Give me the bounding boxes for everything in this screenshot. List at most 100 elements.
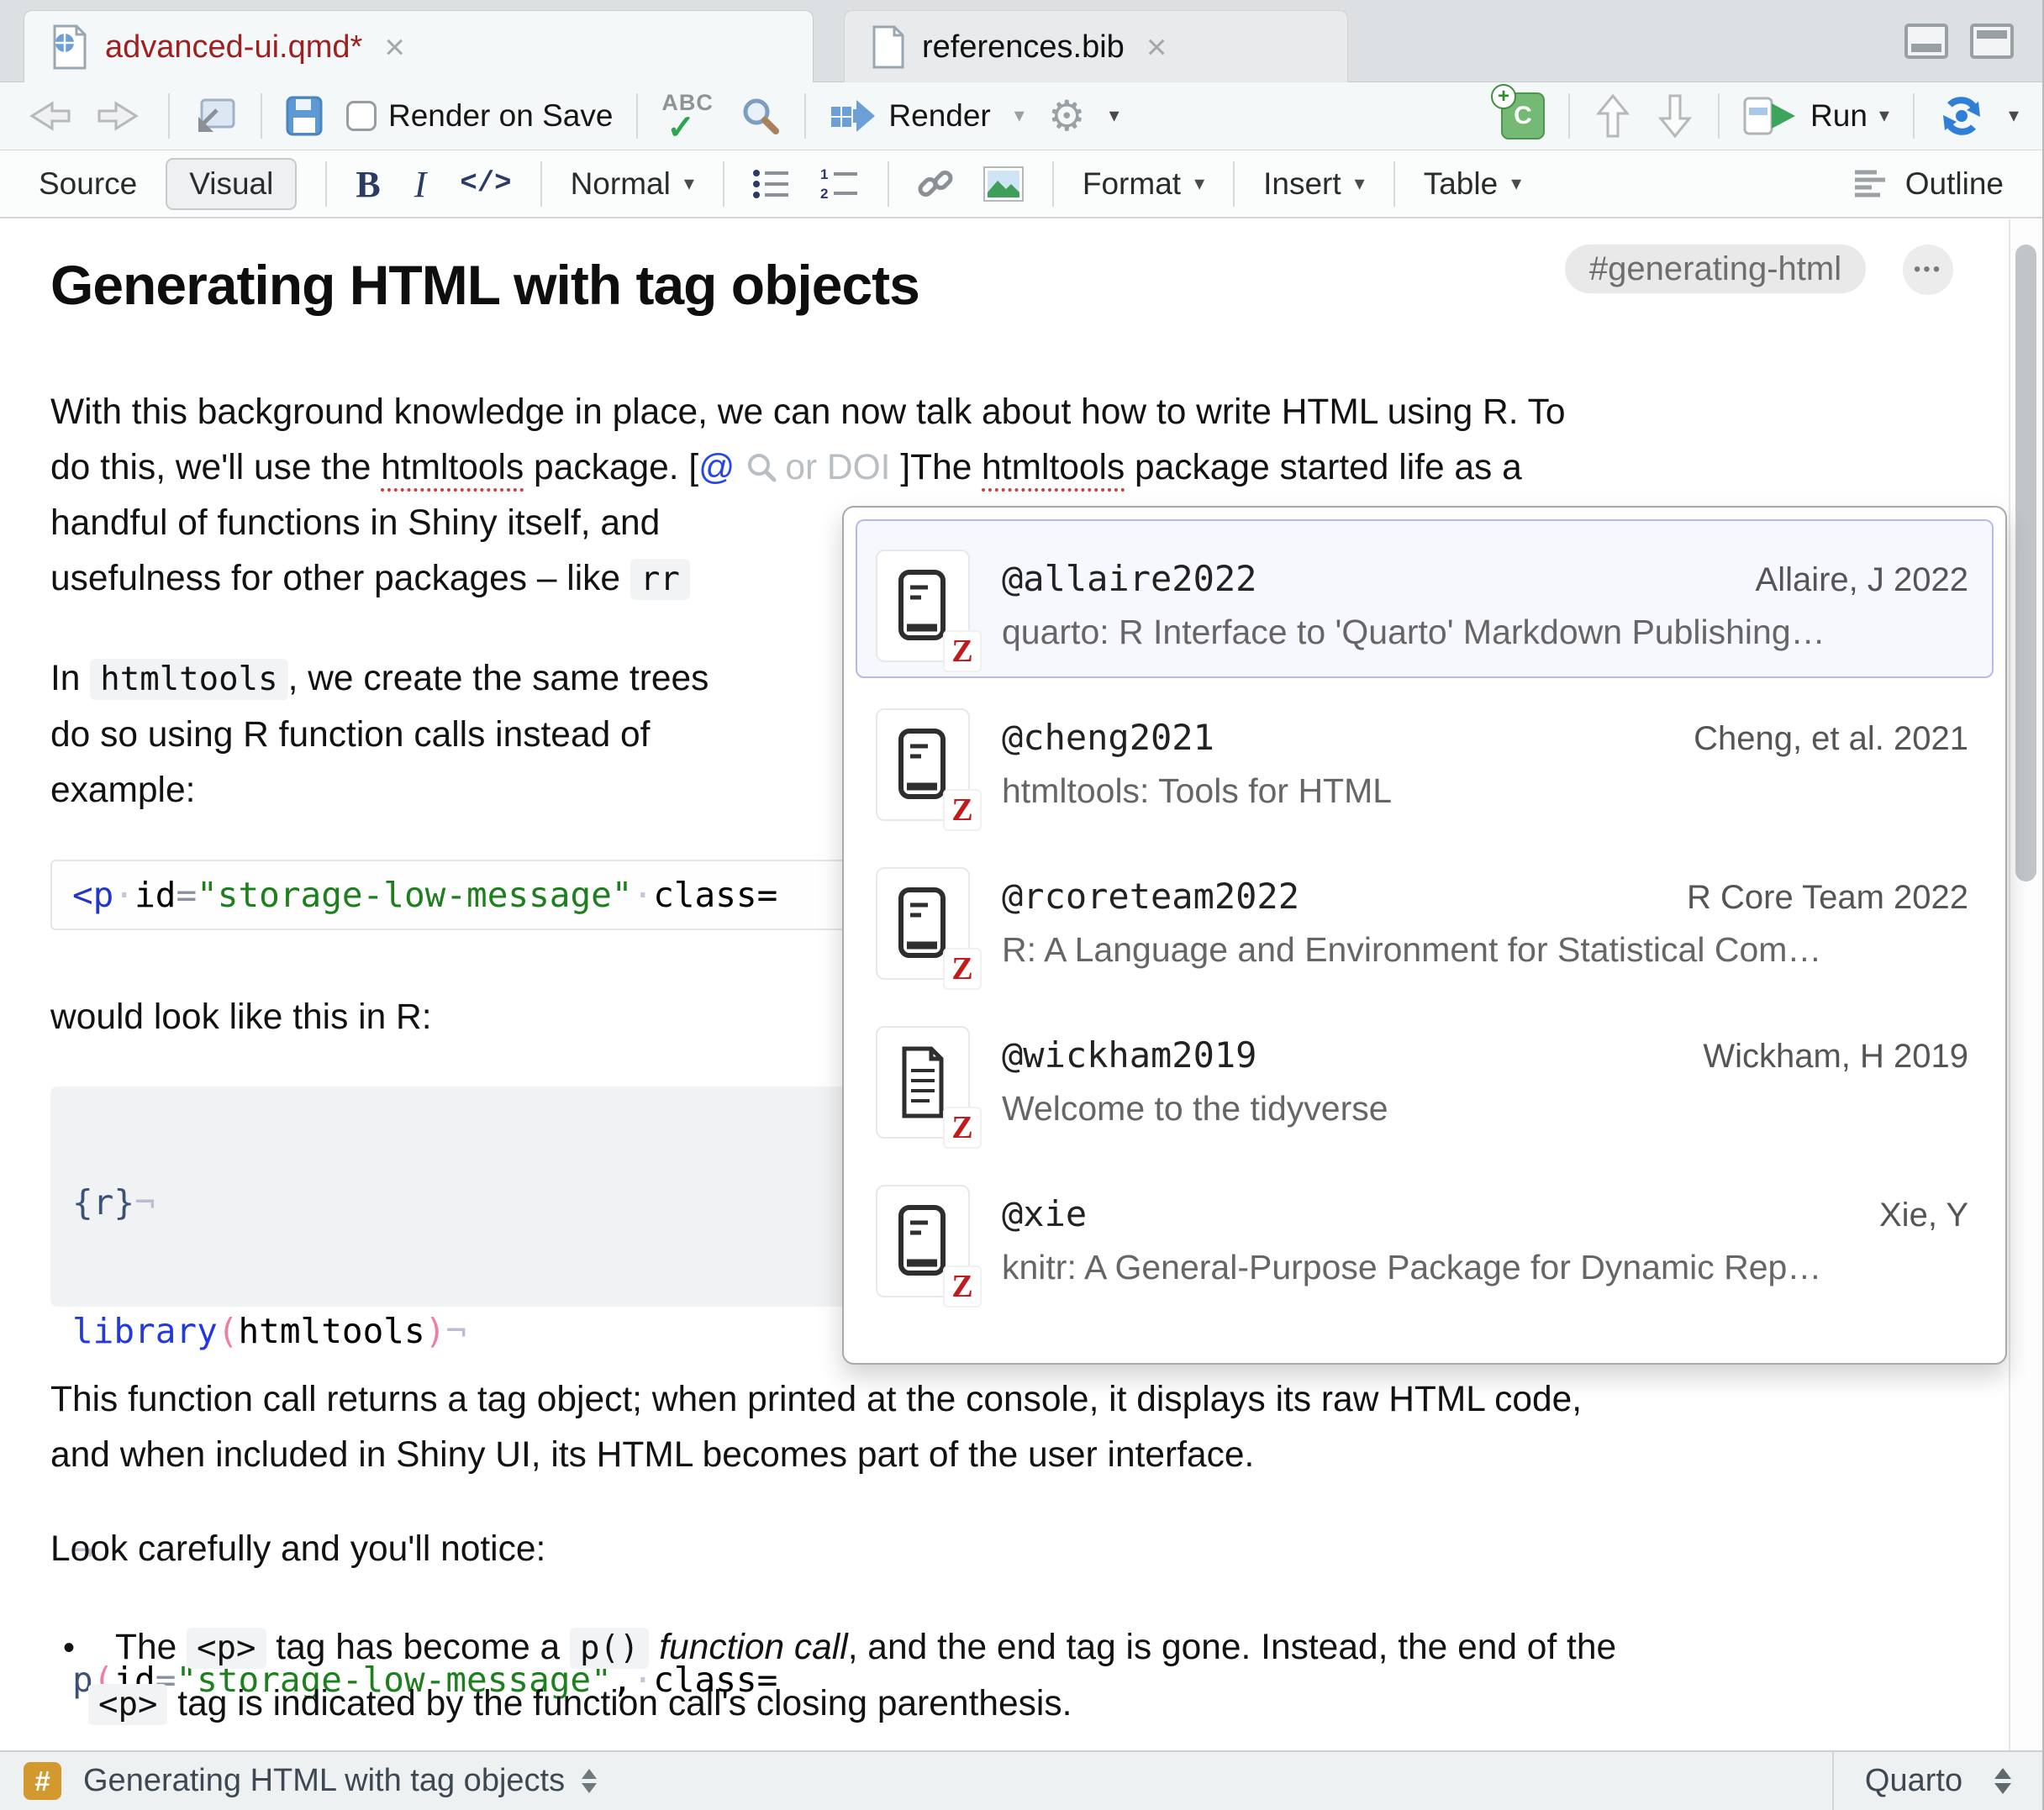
run-caret-icon[interactable]: ▾ (1879, 106, 1889, 126)
zotero-badge: Z (943, 1107, 982, 1149)
run-button[interactable]: Run ▾ (1743, 95, 1889, 137)
document-editor[interactable]: Generating HTML with tag objects #genera… (0, 219, 2042, 1750)
mode-stepper-icon (1994, 1768, 2011, 1794)
bib-file-icon (872, 25, 905, 69)
citation-id: @cheng2021 (1002, 717, 1214, 758)
render-button[interactable]: Render (830, 98, 990, 134)
close-icon[interactable]: × (1146, 29, 1167, 65)
run-previous-chunks-icon[interactable] (1594, 91, 1632, 141)
table-menu[interactable]: Table ▾ (1424, 166, 1522, 202)
inline-code: p() (570, 1628, 649, 1669)
numbered-list-icon[interactable]: 1 2 (820, 167, 859, 201)
gear-icon[interactable]: ⚙ (1048, 95, 1086, 137)
citation-entry-cheng2021[interactable]: Z @cheng2021 Cheng, et al. 2021 htmltool… (856, 678, 1994, 837)
render-icon (830, 98, 877, 134)
insert-menu[interactable]: Insert ▾ (1263, 166, 1365, 202)
rerun-icon[interactable] (1938, 95, 1985, 137)
outline-toggle[interactable]: Outline (1855, 166, 2004, 202)
image-icon[interactable] (983, 166, 1024, 202)
visual-mode-button[interactable]: Visual (166, 158, 297, 210)
run-next-chunks-icon[interactable] (1656, 91, 1694, 141)
forward-button[interactable] (96, 97, 145, 135)
format-menu[interactable]: Format ▾ (1083, 166, 1204, 202)
run-label: Run (1810, 98, 1868, 134)
citation-source: Allaire, J 2022 (1756, 561, 1968, 599)
render-on-save-label: Render on Save (388, 98, 613, 134)
insert-menu-label: Insert (1263, 166, 1341, 202)
paragraph: would look like this in R: (50, 990, 432, 1045)
render-on-save-toggle[interactable]: Render on Save (346, 98, 613, 134)
main-toolbar: Render on Save ABC✓ Render ▾ ⚙ ▾ +C (0, 82, 2042, 150)
qmd-file-icon (51, 24, 88, 70)
citation-placeholder: or DOI (785, 448, 890, 487)
paragraph: In htmltools, we create the same trees d… (50, 651, 709, 818)
article-icon: Z (876, 1026, 970, 1139)
citation-title: R: A Language and Environment for Statis… (1002, 930, 1968, 970)
zotero-badge: Z (943, 789, 982, 831)
page-title: Generating HTML with tag objects (50, 253, 919, 317)
status-bar: # Generating HTML with tag objects Quart… (0, 1750, 2042, 1810)
tab-references-bib[interactable]: references.bib × (844, 10, 1348, 83)
source-mode-button[interactable]: Source (39, 166, 137, 202)
bullet-list-icon[interactable] (753, 168, 792, 200)
citation-source: Xie, Y (1879, 1197, 1968, 1234)
italic-button[interactable]: I (409, 163, 432, 206)
document-mode-label: Quarto (1865, 1763, 1962, 1799)
scrollbar-thumb[interactable] (2015, 245, 2036, 881)
render-on-save-checkbox[interactable] (346, 101, 377, 131)
insert-chunk-icon[interactable]: +C (1501, 92, 1545, 139)
gear-caret-icon[interactable]: ▾ (1109, 106, 1119, 126)
code-button[interactable]: </> (460, 168, 511, 200)
bold-button[interactable]: B (356, 163, 380, 206)
save-button[interactable] (286, 96, 323, 136)
bullet-marker: • (63, 1620, 115, 1676)
open-in-new-window-icon[interactable] (193, 97, 237, 135)
spellcheck-icon[interactable]: ABC✓ (661, 92, 717, 140)
rerun-caret-icon[interactable]: ▾ (2009, 106, 2019, 126)
tab-label: references.bib (922, 29, 1125, 66)
tab-advanced-ui-qmd[interactable]: advanced-ui.qmd* × (24, 10, 814, 83)
search-icon[interactable] (740, 96, 781, 136)
citation-title: Welcome to the tidyverse (1002, 1089, 1968, 1129)
inline-code: <p> (187, 1628, 266, 1669)
render-label: Render (888, 98, 990, 134)
section-anchor-badge[interactable]: #generating-html (1565, 245, 1866, 293)
section-stepper-icon[interactable] (582, 1769, 597, 1793)
citation-id: @xie (1002, 1193, 1087, 1234)
run-icon (1743, 95, 1799, 137)
citation-id: @rcoreteam2022 (1002, 876, 1299, 917)
citation-source: R Core Team 2022 (1687, 879, 1968, 917)
citation-title: quarto: R Interface to 'Quarto' Markdown… (1002, 613, 1968, 652)
format-menu-label: Format (1083, 166, 1181, 202)
citation-entry-xie[interactable]: Z @xie Xie, Y knitr: A General-Purpose P… (856, 1155, 1994, 1313)
table-menu-label: Table (1424, 166, 1498, 202)
paragraph-style-dropdown[interactable]: Normal ▾ (571, 166, 694, 202)
back-button[interactable] (24, 97, 72, 135)
svg-text:2: 2 (820, 186, 828, 201)
section-breadcrumb[interactable]: Generating HTML with tag objects (83, 1763, 565, 1799)
format-caret-icon: ▾ (1194, 174, 1204, 194)
scrollbar-track[interactable] (2009, 219, 2042, 1750)
citation-autocomplete-popup: Z @allaire2022 Allaire, J 2022 quarto: R… (842, 506, 2007, 1365)
maximize-pane-icon[interactable] (1970, 24, 2014, 59)
citation-entry-allaire2022[interactable]: Z @allaire2022 Allaire, J 2022 quarto: R… (856, 519, 1994, 678)
visual-editor-toolbar: Source Visual B I </> Normal ▾ 1 2 (0, 151, 2042, 218)
citation-entry-wickham2019[interactable]: Z @wickham2019 Wickham, H 2019 Welcome t… (856, 996, 1994, 1155)
close-icon[interactable]: × (384, 29, 405, 65)
more-options-button[interactable]: ••• (1903, 245, 1953, 295)
document-mode-selector[interactable]: Quarto (1832, 1752, 2042, 1810)
citation-source: Wickham, H 2019 (1703, 1038, 1968, 1076)
insert-caret-icon: ▾ (1355, 174, 1365, 194)
citation-search-icon (746, 452, 777, 482)
editor-tab-bar: advanced-ui.qmd* × references.bib × (0, 0, 2042, 82)
render-caret-icon[interactable]: ▾ (1014, 106, 1025, 126)
section-hash-icon: # (24, 1762, 61, 1800)
link-icon[interactable] (918, 166, 955, 202)
zotero-badge: Z (943, 630, 982, 672)
paragraph: Look carefully and you'll notice: (50, 1522, 545, 1577)
minimize-pane-icon[interactable] (1904, 24, 1948, 59)
inline-code: htmltools (90, 659, 287, 700)
book-icon: Z (876, 550, 970, 662)
pane-controls (1904, 24, 2014, 59)
citation-entry-rcoreteam2022[interactable]: Z @rcoreteam2022 R Core Team 2022 R: A L… (856, 837, 1994, 996)
